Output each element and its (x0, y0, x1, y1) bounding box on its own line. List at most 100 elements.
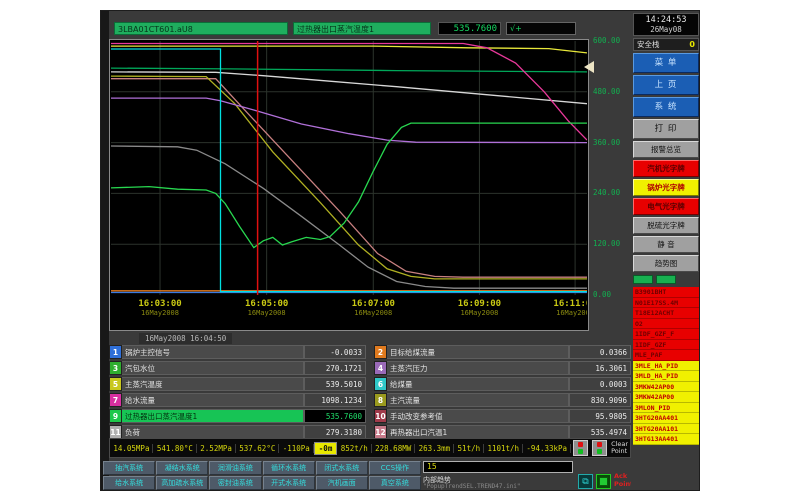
status-cell: -0m (314, 442, 338, 455)
nav-button-5[interactable]: 闭式水系统 (316, 461, 368, 475)
series-12 (111, 123, 587, 248)
status-cell: 14.05MPa (110, 444, 153, 453)
legend-label: 汽包水位 (122, 361, 304, 375)
alarm-item[interactable]: 3HTG20AA101 (633, 424, 699, 435)
trend-svg[interactable] (111, 41, 587, 295)
legend-row[interactable]: 3汽包水位270.1721 (109, 361, 366, 375)
legend-row[interactable]: 7给水流量1098.1234 (109, 393, 366, 407)
display-icon[interactable] (596, 474, 611, 489)
alarm-item[interactable]: 3MKW42AP00 (633, 392, 699, 403)
left-strip (101, 11, 109, 490)
alarm-item[interactable]: MLE_PAF (633, 350, 699, 361)
legend-row[interactable]: 12再热器出口汽温1535.4974 (374, 425, 631, 439)
y-tick-label: 0.00 (593, 290, 611, 299)
nav-button-7[interactable]: 给水系统 (103, 476, 155, 490)
alarm-item[interactable]: 1IDF_GZF (633, 340, 699, 351)
legend-color-chip: 5 (109, 377, 122, 391)
legend-value: 270.1721 (304, 361, 366, 375)
network-icon[interactable]: ⧉ (578, 474, 593, 489)
description-field[interactable]: 过热器出口蒸汽温度1 (293, 22, 431, 35)
legend-row[interactable]: 1锅炉主控信号-0.0033 (109, 345, 366, 359)
x-tick-date: 16May2008 (553, 309, 587, 317)
alarm-item[interactable]: 3MLD_HA_PID (633, 371, 699, 382)
x-tick-date: 16May2008 (245, 309, 288, 317)
alarm-item[interactable]: 3MKW42AP00 (633, 382, 699, 393)
alarm-item[interactable]: B3901BHT (633, 287, 699, 298)
alarm-item[interactable]: 3MLE_HA_PID (633, 361, 699, 372)
status-cell: 263.3mm (415, 444, 454, 453)
x-tick-time: 16:09:00 (458, 299, 501, 309)
screen: 3LBA01CT601.aU8 过热器出口蒸汽温度1 535.7600 √+ 1… (0, 0, 800, 500)
trend-file-path: "PopupTrendSEL.TREND47.ini" (423, 483, 521, 490)
command-input[interactable]: 15 (423, 461, 573, 473)
nav-button-10[interactable]: 开式水系统 (263, 476, 315, 490)
alarm-page-tab-2[interactable] (656, 275, 676, 284)
nav-button-4[interactable]: 循环水系统 (263, 461, 315, 475)
legend-row[interactable]: 6给煤量0.0003 (374, 377, 631, 391)
legend-row[interactable]: 11负荷279.3180 (109, 425, 366, 439)
alarm-item[interactable]: T18E12ACHT (633, 308, 699, 319)
nav-button-12[interactable]: 真空系统 (369, 476, 421, 490)
nav-button-2[interactable]: 凝结水系统 (156, 461, 208, 475)
right-sidebar: 14:24:53 26May08 安全栈 0 菜 单上 页系 统打 印报警总览汽… (631, 11, 700, 491)
legend-row[interactable]: 9过热器出口蒸汽温度1535.7600 (109, 409, 366, 423)
legend-value: 830.9096 (569, 393, 631, 407)
scale-pointer-icon[interactable] (584, 61, 594, 73)
status-cell: 1101t/h (484, 444, 523, 453)
legend-row[interactable]: 5主蒸汽温度539.5010 (109, 377, 366, 391)
sidebar-button-4[interactable]: 打 印 (633, 119, 699, 139)
legend-color-chip: 7 (109, 393, 122, 407)
sidebar-button-3[interactable]: 系 统 (633, 97, 699, 117)
led-button-1[interactable] (573, 440, 588, 456)
legend-value: -0.0033 (304, 345, 366, 359)
legend-row[interactable]: 4主蒸汽压力16.3061 (374, 361, 631, 375)
alarm-item[interactable]: 3HTG20AA401 (633, 413, 699, 424)
sidebar-button-10[interactable]: 静 音 (633, 236, 699, 253)
nav-button-3[interactable]: 润滑油系统 (209, 461, 261, 475)
status-cell: 2.52MPa (197, 444, 236, 453)
sidebar-button-7[interactable]: 锅炉光字牌 (633, 179, 699, 196)
legend-label: 给水流量 (122, 393, 304, 407)
legend-label: 给煤量 (387, 377, 569, 391)
sidebar-button-1[interactable]: 菜 单 (633, 53, 699, 73)
nav-button-8[interactable]: 高加疏水系统 (156, 476, 208, 490)
alarm-item[interactable]: 3MLON_PID (633, 403, 699, 414)
legend-label: 负荷 (122, 425, 304, 439)
x-tick-time: 16:11:00 (553, 299, 587, 309)
sidebar-button-2[interactable]: 上 页 (633, 75, 699, 95)
legend-row[interactable]: 8主汽流量830.9096 (374, 393, 631, 407)
cursor-readout-field[interactable]: √+ (506, 22, 576, 35)
y-tick-label: 240.00 (593, 188, 620, 197)
sidebar-button-11[interactable]: 趋势图 (633, 255, 699, 272)
cursor-timestamp: 16May2008 16:04:50 (139, 333, 232, 344)
nav-button-1[interactable]: 抽汽系统 (103, 461, 155, 475)
legend-value: 16.3061 (569, 361, 631, 375)
tag-field[interactable]: 3LBA01CT601.aU8 (114, 22, 288, 35)
alarm-item[interactable]: N01E17SS.4M (633, 298, 699, 309)
command-console: 15 内部趋势 "PopupTrendSEL.TREND47.ini" ⧉ Ac… (423, 461, 631, 491)
series-11 (111, 49, 587, 292)
value-scale[interactable]: 600.00480.00360.00240.00120.000.00 (591, 39, 631, 331)
alarm-item[interactable]: 3HTG13AA401 (633, 434, 699, 445)
alarm-page-tab-1[interactable] (633, 275, 653, 284)
nav-button-9[interactable]: 密封油系统 (209, 476, 261, 490)
led-button-2[interactable] (592, 440, 607, 456)
legend-row[interactable]: 10手动改变参考值95.9805 (374, 409, 631, 423)
trend-plot-area[interactable] (111, 41, 587, 295)
legend-label: 手动改变参考值 (387, 409, 569, 423)
sidebar-button-8[interactable]: 电气光字牌 (633, 198, 699, 215)
sidebar-button-9[interactable]: 脱硫光字牌 (633, 217, 699, 234)
series-3 (111, 146, 587, 288)
sidebar-button-5[interactable]: 报警总览 (633, 141, 699, 158)
alarm-item[interactable]: 1IDF_GZF_F (633, 329, 699, 340)
legend-color-chip: 3 (109, 361, 122, 375)
nav-button-11[interactable]: 汽机画面 (316, 476, 368, 490)
sidebar-button-6[interactable]: 汽机光字牌 (633, 160, 699, 177)
clear-point-label[interactable]: ClearPoint (609, 441, 630, 455)
legend-color-chip: 6 (374, 377, 387, 391)
nav-button-6[interactable]: CCS操作 (369, 461, 421, 475)
clock-box: 14:24:53 26May08 (633, 13, 699, 36)
alarm-item[interactable]: O2 (633, 319, 699, 330)
legend-row[interactable]: 2目标给煤流量0.0366 (374, 345, 631, 359)
status-bar: 14.05MPa541.80°C2.52MPa537.62°C-110Pa-0m… (109, 438, 631, 458)
